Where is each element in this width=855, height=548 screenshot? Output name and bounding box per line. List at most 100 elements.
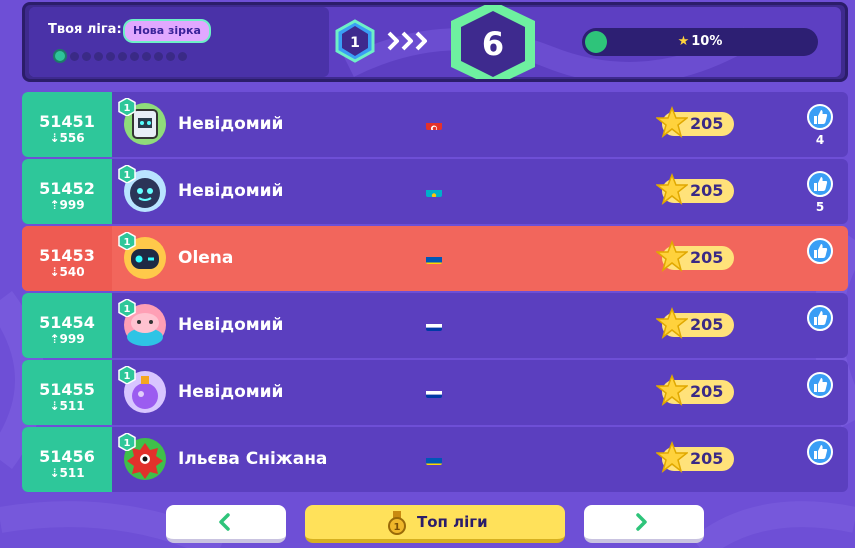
score-value: 205 [690, 248, 724, 267]
score-value: 205 [690, 382, 724, 401]
star-icon [656, 374, 688, 406]
thumbs-up-icon [814, 110, 828, 124]
like-button[interactable] [807, 439, 833, 465]
svg-text:1: 1 [124, 237, 131, 248]
svg-text:1: 1 [394, 522, 401, 533]
rank-cell: 51455 ⇣511 [22, 360, 112, 425]
rank-change: ⇣556 [49, 131, 85, 145]
player-level-badge: 1 [118, 232, 136, 250]
next-page-button[interactable] [584, 505, 704, 543]
score-pill: 205 [656, 307, 734, 339]
thumbs-up-icon [814, 378, 828, 392]
rank-number: 51454 [39, 313, 95, 332]
score-value: 205 [690, 114, 724, 133]
medal-icon: 1 [388, 511, 406, 535]
arrow-down-icon: ⇣ [49, 466, 60, 480]
player-name[interactable]: Невідомий [178, 382, 283, 402]
player-name[interactable]: Невідомий [178, 181, 283, 201]
player-level-badge: 1 [118, 366, 136, 384]
progress-dot [130, 51, 139, 61]
target-level-text: 6 [482, 25, 504, 63]
league-name-badge[interactable]: Нова зірка [123, 19, 211, 43]
target-level-hexagon: 6 [451, 5, 535, 79]
tunisia-flag [426, 119, 442, 130]
rank-change: ⇣511 [49, 466, 85, 480]
svg-text:1: 1 [124, 170, 131, 181]
like-button[interactable] [807, 372, 833, 398]
arrow-up-icon: ⇡ [49, 332, 60, 346]
star-icon [656, 106, 688, 138]
leaderboard-row[interactable]: 51451 ⇣556 1 Невідомий 205 4 [22, 92, 848, 157]
score-pill: 205 [656, 106, 734, 138]
like-button[interactable] [807, 104, 833, 130]
arrow-down-icon: ⇣ [49, 131, 60, 145]
leaderboard-row[interactable]: 51454 ⇡999 1 Невідомий 205 [22, 293, 848, 358]
russia-flag [426, 320, 442, 331]
player-name[interactable]: Невідомий [178, 114, 283, 134]
player-level-badge: 1 [118, 165, 136, 183]
svg-text:1: 1 [124, 103, 131, 114]
progress-dot-active [53, 49, 67, 63]
player-name[interactable]: Olena [178, 248, 233, 268]
like-count: 4 [815, 133, 825, 147]
player-level-badge: 1 [118, 299, 136, 317]
star-icon [656, 173, 688, 205]
rank-change: ⇡999 [49, 332, 85, 346]
leaderboard-list: 51451 ⇣556 1 Невідомий 205 4 51452 ⇡999 [22, 92, 848, 494]
russia-flag [426, 387, 442, 398]
player-name[interactable]: Ільєва Сніжана [178, 449, 327, 469]
svg-text:1: 1 [124, 304, 131, 315]
current-level-hexagon: 1 [335, 19, 375, 63]
svg-text:1: 1 [124, 438, 131, 449]
top-league-button[interactable]: 1 Топ ліги [305, 505, 565, 543]
league-label: Твоя ліга: [48, 22, 122, 37]
progress-dot [178, 51, 187, 61]
like-button[interactable] [807, 171, 833, 197]
thumbs-up-icon [814, 445, 828, 459]
progress-dot [70, 51, 79, 61]
progress-dot [166, 51, 175, 61]
rank-cell: 51452 ⇡999 [22, 159, 112, 224]
league-header: Твоя ліга: Нова зірка 1 6 ★ 10% [22, 2, 848, 82]
thumbs-up-icon [814, 177, 828, 191]
leaderboard-row-current-user[interactable]: 51453 ⇣540 1 Olena 205 [22, 226, 848, 291]
arrow-up-icon: ⇡ [49, 198, 60, 212]
kazakhstan-flag [426, 186, 442, 197]
rank-change: ⇡999 [49, 198, 85, 212]
progress-dot [154, 51, 163, 61]
progress-percent: 10% [691, 34, 723, 49]
chevron-left-icon [219, 513, 230, 531]
rank-cell: 51454 ⇡999 [22, 293, 112, 358]
arrow-down-icon: ⇣ [49, 399, 60, 413]
like-button[interactable] [807, 305, 833, 331]
rank-change: ⇣540 [49, 265, 85, 279]
player-name[interactable]: Невідомий [178, 315, 283, 335]
score-pill: 205 [656, 240, 734, 272]
progress-dot [118, 51, 127, 61]
score-pill: 205 [656, 374, 734, 406]
like-button[interactable] [807, 238, 833, 264]
previous-page-button[interactable] [166, 505, 286, 543]
leaderboard-row[interactable]: 51452 ⇡999 1 Невідомий 205 5 [22, 159, 848, 224]
score-pill: 205 [656, 173, 734, 205]
player-level-badge: 1 [118, 433, 136, 451]
top-league-label: Топ ліги [417, 513, 488, 531]
rank-number: 51453 [39, 246, 95, 265]
score-value: 205 [690, 315, 724, 334]
leaderboard-row[interactable]: 51455 ⇣511 1 Невідомий 205 [22, 360, 848, 425]
ukraine-flag [426, 454, 442, 465]
rank-number: 51452 [39, 179, 95, 198]
league-progress-dots [53, 49, 187, 63]
score-value: 205 [690, 449, 724, 468]
leaderboard-row[interactable]: 51456 ⇣511 1 Ільєва Сніжана 205 [22, 427, 848, 492]
rank-cell: 51451 ⇣556 [22, 92, 112, 157]
progress-dot [106, 51, 115, 61]
rank-number: 51451 [39, 112, 95, 131]
rank-cell: 51456 ⇣511 [22, 427, 112, 492]
star-icon [656, 441, 688, 473]
star-icon: ★ [677, 34, 690, 49]
progress-dot [82, 51, 91, 61]
rank-change: ⇣511 [49, 399, 85, 413]
progress-chevrons-icon [387, 31, 427, 51]
thumbs-up-icon [814, 311, 828, 325]
